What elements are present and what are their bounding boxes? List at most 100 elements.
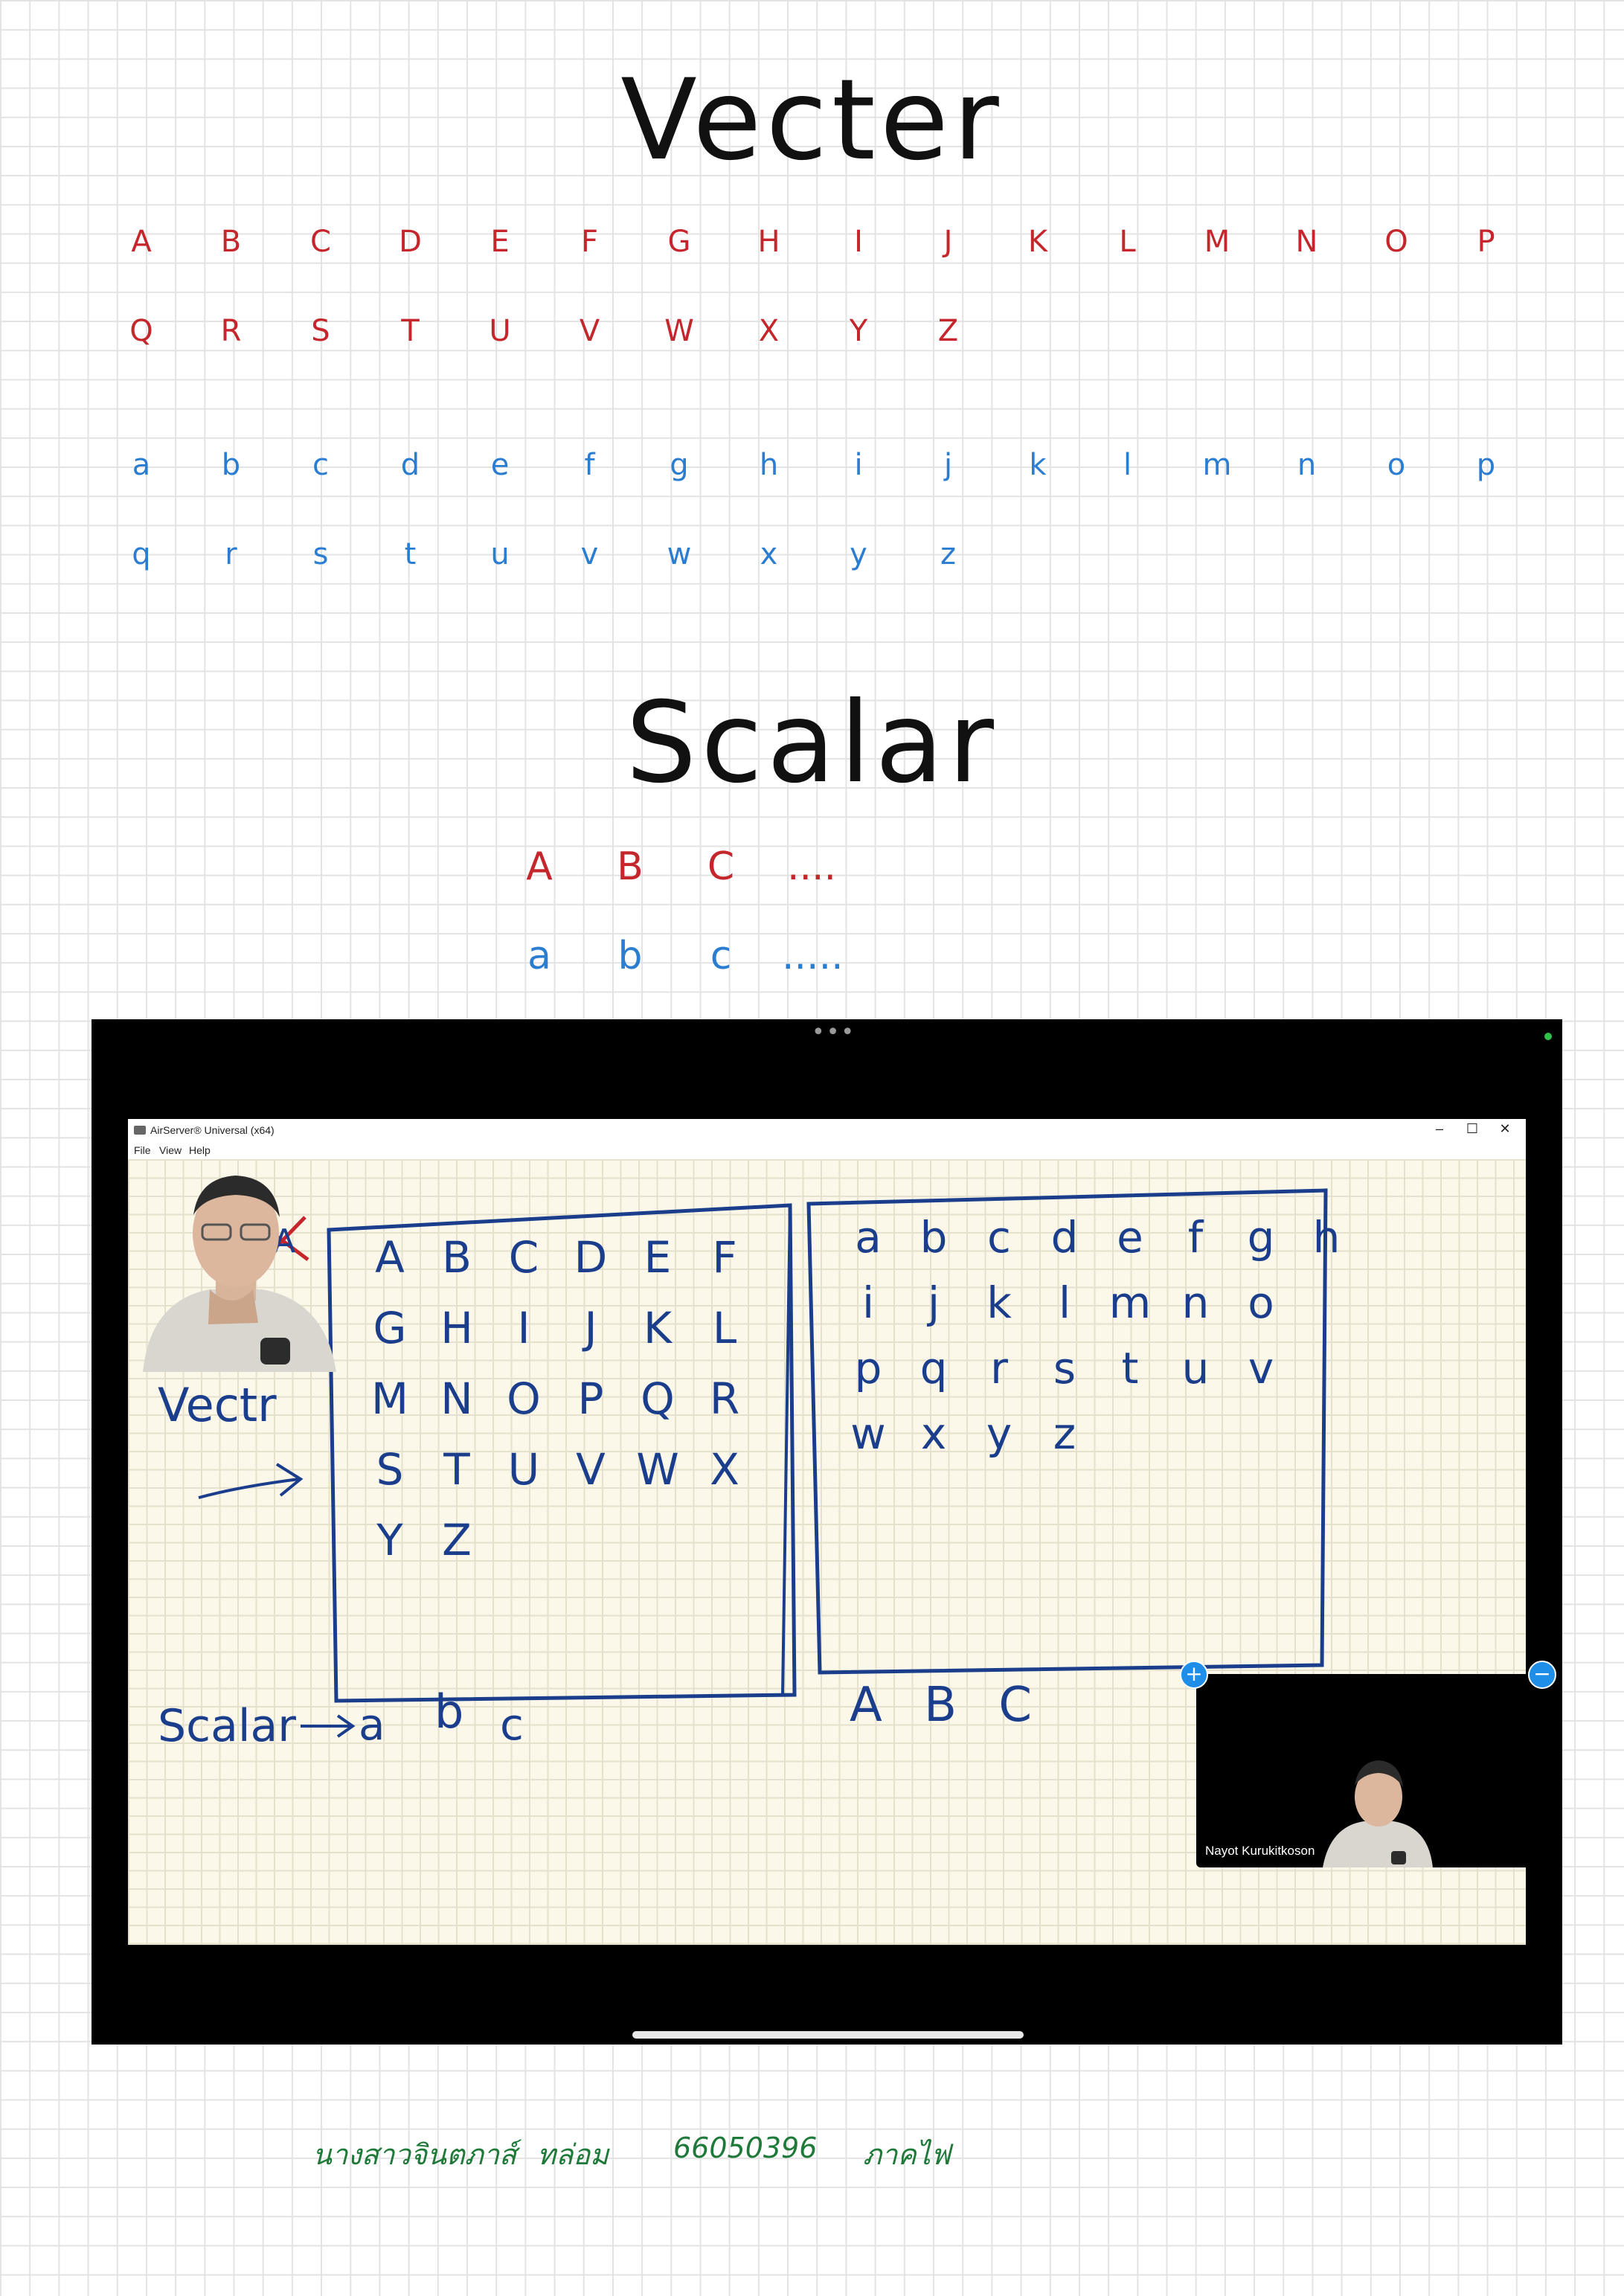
home-indicator[interactable] [632,2031,1024,2039]
scalar-lowercase-letter: b [617,934,643,978]
board-letter: t [1122,1343,1139,1394]
participant-video-pip[interactable]: Nayot Kurukitkoson [1196,1674,1541,1867]
board-letter: j [926,1277,940,1328]
vector-title: Vecter [620,56,1004,185]
vector-lowercase-letter: f [584,448,595,482]
vector-label: Vectr [158,1378,277,1432]
embedded-screenshot: ••• AirServer® Universal (x64) – ☐ ✕ Fil… [92,1019,1562,2045]
board-letter: T [443,1444,470,1495]
board-letter: P [578,1373,604,1424]
vector-lowercase-letter: h [759,448,779,482]
window-titlebar: AirServer® Universal (x64) – ☐ ✕ [128,1119,1526,1141]
menu-help[interactable]: Help [189,1144,211,1156]
footer-department: ภาคไฟ [863,2138,951,2171]
vector-lowercase-letter: r [225,537,237,571]
vector-lowercase-letter: t [404,537,417,571]
board-letter: O [507,1373,541,1424]
vector-uppercase-letter: K [1027,225,1048,259]
vector-uppercase-letter: G [667,225,691,259]
vector-uppercase-letter: D [399,225,422,259]
presenter-video [143,1176,336,1372]
board-letter: y [986,1408,1012,1459]
vector-lowercase-letter: c [312,448,329,482]
board-letter: E [644,1232,672,1283]
board-letter: K [643,1303,673,1353]
board-letter: D [574,1232,608,1283]
board-letter: w [850,1408,885,1459]
participant-name: Nayot Kurukitkoson [1205,1844,1315,1858]
scalar-lowercase-letter: a [527,934,551,978]
window-menubar: File View Help [128,1141,1526,1159]
board-letter: x [921,1408,946,1459]
board-letter: a [855,1212,882,1263]
menu-file[interactable]: File [134,1144,151,1156]
vector-lowercase-letter: j [943,448,953,482]
plus-icon[interactable]: + [1180,1661,1208,1689]
uppercase-letters: A B C D E F G H I J K L M N O P Q R S T U V W X Y Z [371,1232,739,1565]
board-letter: k [986,1277,1012,1328]
vector-uppercase-letter: E [490,225,510,259]
board-letter: J [582,1303,597,1353]
uppercase-box-divider [781,1205,792,1696]
vector-lowercase-letter: i [854,448,863,482]
board-letter: c [987,1212,1011,1263]
window-title: AirServer® Universal (x64) [150,1124,275,1136]
vector-uppercase-letter: B [220,225,242,259]
vector-lowercase-letter: u [490,537,510,571]
menu-view[interactable]: View [159,1144,182,1156]
vector-uppercase-letter: O [1384,225,1408,259]
vector-lowercase-letter: z [940,537,956,571]
board-letter: q [920,1343,948,1394]
vector-lowercase-letter: v [580,537,599,571]
board-letter: R [710,1373,739,1424]
scalar-letter-c: c [500,1699,524,1750]
board-letter: s [1053,1343,1076,1394]
vector-lowercase-letter: o [1387,448,1406,482]
vector-uppercase-letter: S [311,314,330,348]
vector-uppercase-letter: P [1477,225,1495,259]
more-dots-icon[interactable]: ••• [812,1022,856,1044]
minus-icon[interactable]: − [1528,1661,1556,1689]
board-letter: U [508,1444,539,1495]
board-letter: f [1188,1212,1204,1263]
footer-student-id: 66050396 [673,2132,818,2164]
scalar-lowercase-letter: ..... [782,934,844,978]
board-letter: Z [442,1515,472,1565]
vector-uppercase-letter: W [664,314,694,348]
vector-uppercase-letter: I [854,225,863,259]
board-letter: p [855,1343,882,1394]
vector-lowercase-letter: s [312,537,329,571]
vector-lowercase-letter: n [1297,448,1317,482]
board-letter: L [713,1303,736,1353]
minimize-button[interactable]: – [1425,1121,1454,1137]
vector-lowercase-letter: y [850,537,867,571]
board-letter: b [920,1212,948,1263]
vector-uppercase-letter: R [220,314,242,348]
board-letter: M [371,1373,408,1424]
board-letter: o [1248,1277,1274,1328]
vector-uppercase-letter: V [579,314,600,348]
scalar-letter-a: a [359,1699,385,1750]
board-letter: l [1059,1277,1071,1328]
vector-lowercase-letter: b [221,448,241,482]
arrow-icon [198,1463,304,1499]
vector-lowercase-letter: d [400,448,420,482]
board-letter: V [576,1444,606,1495]
footer-nickname: ทล่อม [537,2138,609,2171]
board-letter: Q [641,1373,675,1424]
vector-lowercase-letter: w [667,537,692,571]
scalar-uppercase-letter: C [707,844,735,889]
scalar-lowercase-letter: c [710,934,732,978]
vector-lowercase-letter: g [670,448,689,482]
vector-lowercase-letter: k [1029,448,1047,482]
maximize-button[interactable]: ☐ [1457,1121,1487,1137]
vector-uppercase-letter: C [310,225,331,259]
arrow-icon [301,1714,356,1738]
vector-uppercase-letter: H [757,225,780,259]
scalar-letter-b: b [434,1684,463,1739]
vector-uppercase-letter: X [758,314,780,348]
board-letter: A [375,1232,405,1283]
close-button[interactable]: ✕ [1490,1121,1520,1137]
vector-uppercase-letter: F [580,225,598,259]
vector-lowercase-letter: p [1476,448,1496,482]
